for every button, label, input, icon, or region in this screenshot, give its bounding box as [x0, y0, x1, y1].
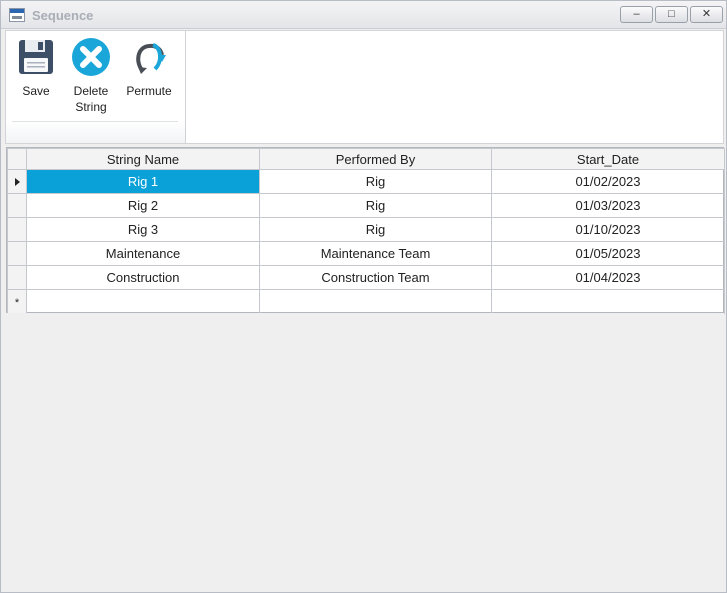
delete-string-label: Delete String: [73, 84, 109, 114]
corner-header[interactable]: [7, 148, 27, 170]
row-header[interactable]: [7, 265, 27, 290]
cell-performed-by[interactable]: Rig: [259, 169, 492, 194]
save-button[interactable]: Save: [12, 37, 60, 99]
new-row-header[interactable]: *: [7, 289, 27, 314]
cell-start-date[interactable]: 01/04/2023: [491, 265, 725, 290]
cell-string-name[interactable]: Rig 3: [26, 217, 260, 242]
sequence-grid[interactable]: String Name Performed By Start_Date Rig …: [6, 147, 725, 314]
cell-performed-by[interactable]: Rig: [259, 217, 492, 242]
table-row[interactable]: Rig 1 Rig 01/02/2023: [7, 169, 725, 194]
new-cell-start-date[interactable]: [491, 289, 725, 314]
permute-button[interactable]: Permute: [120, 37, 178, 99]
cell-performed-by[interactable]: Maintenance Team: [259, 241, 492, 266]
table-row[interactable]: Maintenance Maintenance Team 01/05/2023: [7, 241, 725, 266]
row-header[interactable]: [7, 217, 27, 242]
cell-string-name[interactable]: Rig 1: [26, 169, 260, 194]
sequence-window: Sequence – □ ✕ Save Delete String Permut…: [0, 0, 727, 593]
new-row[interactable]: *: [7, 289, 725, 314]
app-icon: [9, 8, 25, 22]
ribbon: Save Delete String Permute: [5, 30, 724, 144]
row-header[interactable]: [7, 241, 27, 266]
save-label: Save: [22, 84, 50, 98]
cell-start-date[interactable]: 01/03/2023: [491, 193, 725, 218]
current-row-arrow-icon: [14, 178, 20, 186]
grid-empty-area: [6, 313, 724, 591]
table-row[interactable]: Rig 3 Rig 01/10/2023: [7, 217, 725, 242]
row-header[interactable]: [7, 193, 27, 218]
minimize-button[interactable]: –: [620, 6, 653, 23]
delete-string-button[interactable]: Delete String: [66, 37, 116, 115]
column-header-string-name[interactable]: String Name: [26, 148, 260, 170]
permute-arrows-icon: [136, 43, 166, 74]
sequence-table: String Name Performed By Start_Date Rig …: [7, 148, 725, 314]
cell-performed-by[interactable]: Rig: [259, 193, 492, 218]
row-header-current[interactable]: [7, 169, 27, 194]
new-cell-performed-by[interactable]: [259, 289, 492, 314]
cell-string-name[interactable]: Rig 2: [26, 193, 260, 218]
maximize-button[interactable]: □: [655, 6, 688, 23]
header-row: String Name Performed By Start_Date: [7, 148, 725, 170]
cell-string-name[interactable]: Maintenance: [26, 241, 260, 266]
window-title: Sequence: [32, 8, 94, 23]
table-row[interactable]: Construction Construction Team 01/04/202…: [7, 265, 725, 290]
new-cell-string-name[interactable]: [26, 289, 260, 314]
cell-performed-by[interactable]: Construction Team: [259, 265, 492, 290]
ribbon-group-divider: [12, 121, 178, 122]
floppy-disk-icon: [19, 40, 53, 74]
cell-start-date[interactable]: 01/05/2023: [491, 241, 725, 266]
close-button[interactable]: ✕: [690, 6, 723, 23]
title-bar[interactable]: Sequence – □ ✕: [1, 1, 726, 29]
column-header-performed-by[interactable]: Performed By: [259, 148, 492, 170]
cell-string-name[interactable]: Construction: [26, 265, 260, 290]
table-row[interactable]: Rig 2 Rig 01/03/2023: [7, 193, 725, 218]
ribbon-group-actions: Save Delete String Permute: [6, 31, 186, 143]
column-header-start-date[interactable]: Start_Date: [491, 148, 725, 170]
cell-start-date[interactable]: 01/02/2023: [491, 169, 725, 194]
delete-x-icon: [72, 38, 110, 76]
permute-label: Permute: [126, 84, 172, 98]
cell-start-date[interactable]: 01/10/2023: [491, 217, 725, 242]
new-row-marker: *: [14, 297, 20, 309]
